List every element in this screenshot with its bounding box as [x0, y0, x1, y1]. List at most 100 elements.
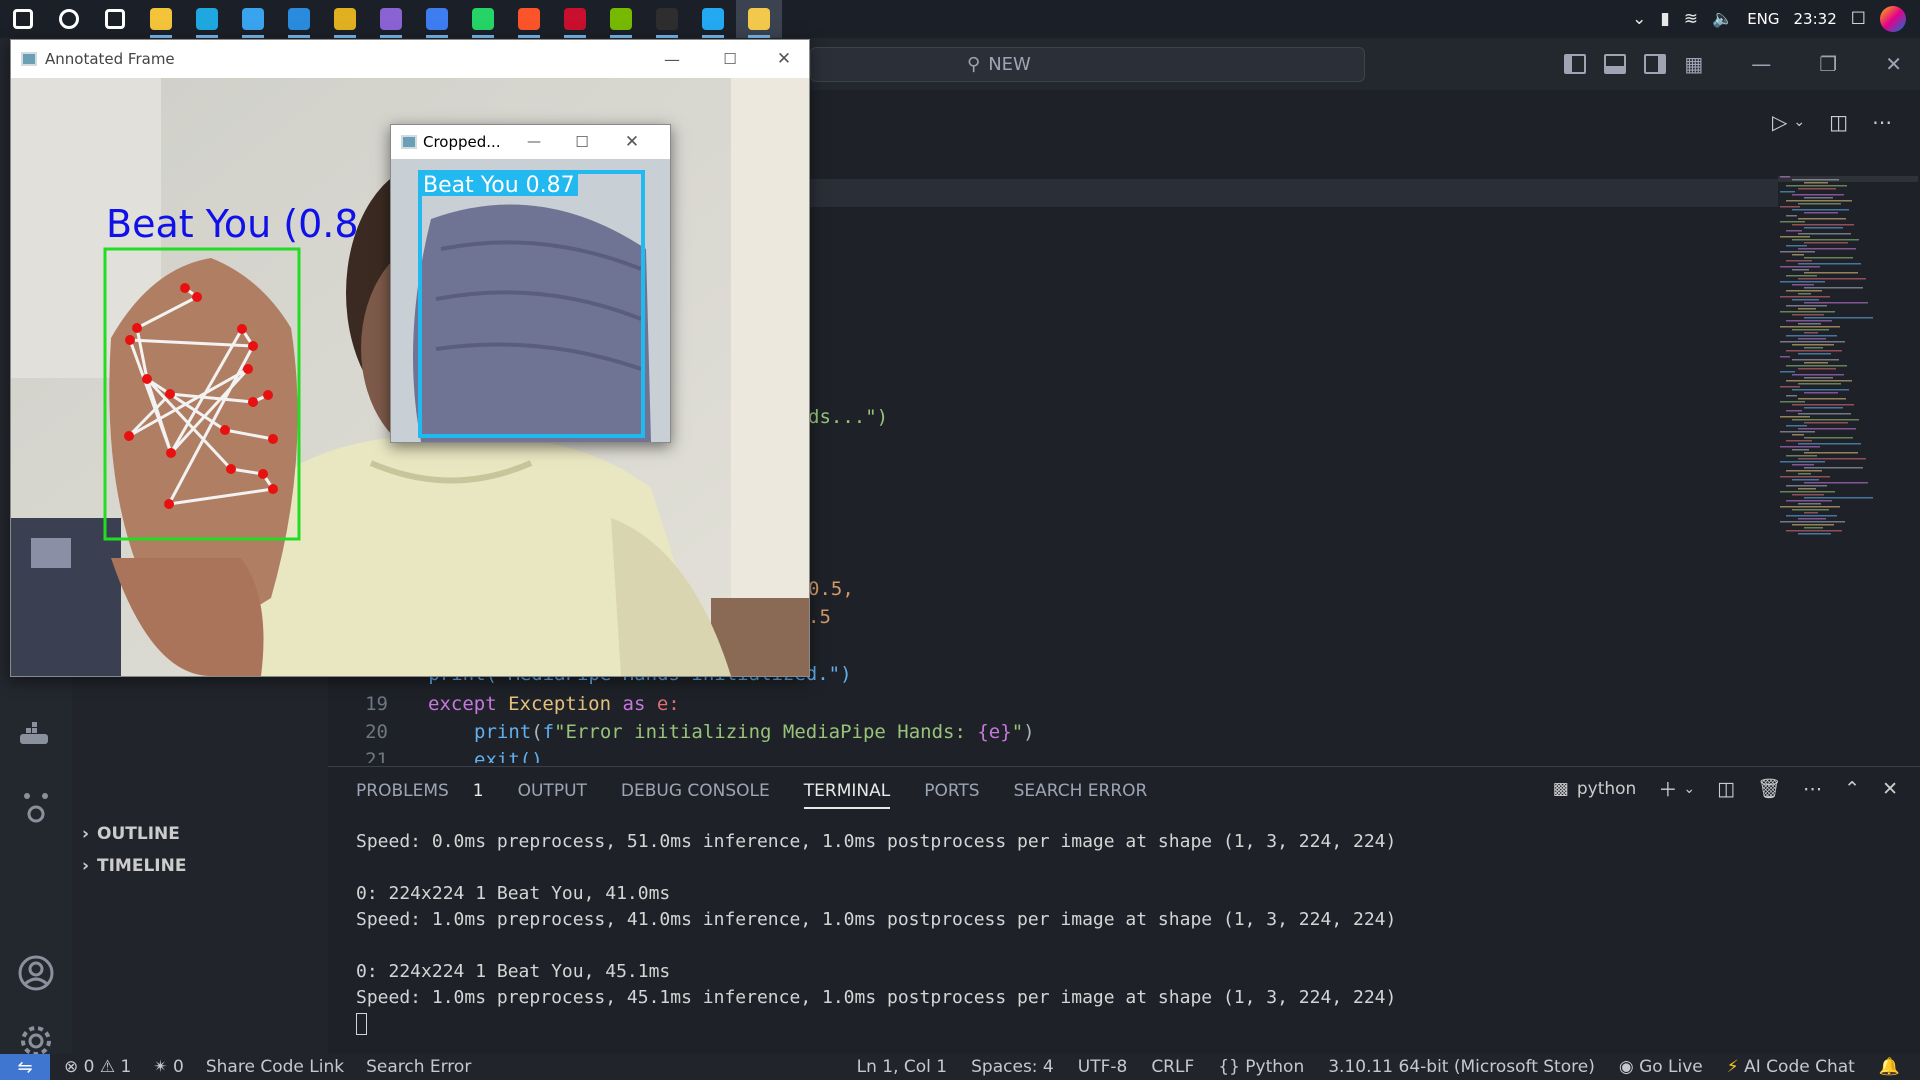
clock[interactable]: 23:32	[1794, 10, 1837, 28]
run-python-icon[interactable]: ▷	[1772, 110, 1787, 134]
visual-studio-icon[interactable]	[368, 0, 414, 38]
minimap-line	[1792, 359, 1839, 361]
encoding[interactable]: UTF-8	[1078, 1057, 1128, 1077]
medal-app-icon[interactable]	[414, 0, 460, 38]
minimap-line	[1792, 389, 1849, 391]
minimap-line	[1798, 428, 1856, 430]
store-icon[interactable]	[230, 0, 276, 38]
close-panel-icon[interactable]: ✕	[1882, 778, 1898, 800]
copilot-icon[interactable]	[1880, 6, 1906, 32]
minimap-line	[1804, 452, 1858, 454]
search-error-status[interactable]: Search Error	[366, 1057, 471, 1077]
battery-icon[interactable]: ▮	[1660, 9, 1669, 29]
code-token: except	[428, 693, 497, 715]
minimap-line	[1804, 482, 1868, 484]
annotated-frame-titlebar[interactable]: Annotated Frame — ☐ ✕	[11, 40, 809, 78]
docker-icon[interactable]	[0, 722, 72, 750]
tray-overflow-chevron-icon[interactable]: ⌄	[1632, 9, 1646, 29]
code-fragment: ds...")	[808, 406, 889, 428]
hand-landmark-point	[142, 374, 152, 384]
customize-layout-icon[interactable]: ▦	[1684, 52, 1703, 76]
notification-icon[interactable]: ☐	[1851, 9, 1866, 29]
ampps-icon[interactable]	[322, 0, 368, 38]
tab-problems[interactable]: PROBLEMS 1	[356, 781, 484, 809]
crop-prediction-label: Beat You 0.87	[423, 173, 575, 198]
toggle-panel-icon[interactable]	[1604, 54, 1627, 74]
minimap-line	[1804, 362, 1828, 364]
minimize-icon[interactable]: —	[1751, 52, 1771, 76]
notifications-bell-icon[interactable]: 🔔	[1879, 1057, 1900, 1077]
language-indicator[interactable]: ENG	[1747, 10, 1779, 28]
minimap[interactable]	[1778, 176, 1918, 546]
task-view-icon[interactable]	[92, 0, 138, 38]
terminal-dropdown-icon[interactable]: ⌄	[1683, 781, 1695, 797]
ai-code-chat-button[interactable]: ⚡ AI Code Chat	[1727, 1057, 1855, 1077]
tab-output[interactable]: OUTPUT	[518, 781, 587, 809]
minimap-line	[1792, 194, 1844, 196]
indentation[interactable]: Spaces: 4	[971, 1057, 1054, 1077]
windows-start-icon[interactable]	[0, 0, 46, 38]
minimap-line	[1798, 308, 1816, 310]
terminal-name[interactable]: python	[1577, 779, 1636, 799]
wifi-icon[interactable]: ≋	[1684, 9, 1698, 29]
volume-icon[interactable]: 🔈	[1712, 9, 1733, 29]
minimap-line	[1804, 197, 1833, 199]
restore-icon[interactable]: ❐	[1819, 52, 1837, 76]
minimap-line	[1798, 473, 1811, 475]
vscode-icon[interactable]	[690, 0, 736, 38]
more-actions-icon[interactable]: ⋯	[1803, 778, 1822, 800]
maximize-icon[interactable]: ☐	[703, 40, 757, 78]
minimap-line	[1792, 449, 1809, 451]
close-icon[interactable]: ✕	[1885, 52, 1902, 76]
python-interpreter[interactable]: 3.10.11 64-bit (Microsoft Store)	[1328, 1057, 1595, 1077]
minimap-line	[1804, 527, 1823, 529]
tab-ports[interactable]: PORTS	[924, 781, 979, 809]
toggle-primary-sidebar-icon[interactable]	[1564, 54, 1587, 74]
minimap-line	[1798, 278, 1866, 280]
tab-debug-console[interactable]: DEBUG CONSOLE	[621, 781, 770, 809]
share-code-link[interactable]: Share Code Link	[206, 1057, 344, 1077]
cursor-position[interactable]: Ln 1, Col 1	[857, 1057, 948, 1077]
remote-indicator-icon[interactable]: ⇋	[0, 1054, 50, 1080]
ports-status[interactable]: ✴ 0	[153, 1057, 183, 1077]
line-number: 19	[365, 693, 388, 715]
brave-icon[interactable]	[506, 0, 552, 38]
warning-count: 1	[120, 1057, 132, 1077]
timeline-section[interactable]: › TIMELINE	[82, 856, 186, 876]
file-explorer-icon[interactable]	[138, 0, 184, 38]
mail-icon[interactable]	[276, 0, 322, 38]
toggle-secondary-sidebar-icon[interactable]	[1644, 54, 1667, 74]
system-tray: ⌄ ▮ ≋ 🔈 ENG 23:32 ☐	[1632, 0, 1920, 38]
terminal-prompt[interactable]	[356, 1011, 1396, 1037]
ai-assistant-icon[interactable]	[0, 790, 72, 826]
terminal-output[interactable]: Speed: 0.0ms preprocess, 51.0ms inferenc…	[356, 829, 1396, 1037]
tab-search-error[interactable]: SEARCH ERROR	[1014, 781, 1148, 809]
minimap-line	[1786, 440, 1812, 442]
language-mode[interactable]: {} Python	[1218, 1057, 1304, 1077]
close-icon[interactable]: ✕	[757, 40, 811, 78]
edge-icon[interactable]	[184, 0, 230, 38]
outline-section[interactable]: › OUTLINE	[82, 824, 180, 844]
kill-terminal-icon[interactable]: 🗑	[1757, 777, 1781, 800]
red-app-icon[interactable]	[552, 0, 598, 38]
minimize-icon[interactable]: —	[645, 40, 699, 78]
split-editor-icon[interactable]: ◫	[1829, 110, 1848, 134]
new-terminal-icon[interactable]: ＋	[1658, 775, 1677, 802]
minimap-line	[1804, 242, 1848, 244]
search-icon[interactable]	[46, 0, 92, 38]
terminal-icon[interactable]: ▩	[1553, 779, 1569, 799]
go-live-button[interactable]: ◉ Go Live	[1619, 1057, 1703, 1077]
python-icon[interactable]	[736, 0, 782, 38]
split-terminal-icon[interactable]: ◫	[1717, 778, 1735, 800]
problems-status[interactable]: ⊗ 0 ⚠ 1	[64, 1057, 131, 1077]
command-center-search[interactable]: ⚲ NEW	[810, 47, 1365, 82]
maximize-panel-icon[interactable]: ⌃	[1844, 778, 1860, 800]
run-dropdown-icon[interactable]: ⌄	[1793, 114, 1805, 130]
line-ending[interactable]: CRLF	[1151, 1057, 1194, 1077]
account-icon[interactable]	[0, 954, 72, 992]
more-actions-icon[interactable]: ⋯	[1872, 110, 1892, 134]
whatsapp-icon[interactable]	[460, 0, 506, 38]
tab-terminal[interactable]: TERMINAL	[803, 781, 891, 809]
nvidia-icon[interactable]	[598, 0, 644, 38]
terminal-icon[interactable]	[644, 0, 690, 38]
